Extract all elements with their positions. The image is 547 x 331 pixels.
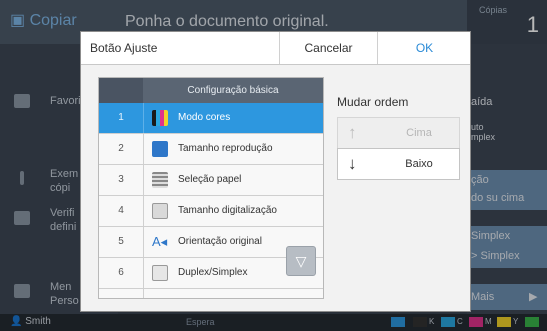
scroll-down-button[interactable]: ▽ bbox=[286, 246, 316, 276]
color-mode-icon bbox=[152, 110, 168, 126]
arrow-up-icon: ↑ bbox=[348, 123, 357, 142]
paper-tray-icon bbox=[152, 172, 168, 188]
change-order-title: Mudar ordem bbox=[337, 95, 409, 109]
list-header: Configuração básica bbox=[99, 78, 323, 103]
dialog-header: Botão Ajuste Cancelar OK bbox=[81, 32, 470, 65]
adjust-button-dialog: Botão Ajuste Cancelar OK Configuração bá… bbox=[80, 31, 471, 312]
move-up-button[interactable]: ↑ Cima bbox=[337, 117, 460, 149]
scan-size-icon bbox=[152, 203, 168, 219]
basic-settings-list: Configuração básica 1 Modo cores 2 Taman… bbox=[98, 77, 324, 299]
chevron-down-icon: ▽ bbox=[295, 253, 307, 269]
list-header-title: Configuração básica bbox=[187, 85, 279, 96]
ok-button[interactable]: OK bbox=[377, 32, 471, 64]
list-item-scan-size[interactable]: 4 Tamanho digitalização bbox=[99, 196, 323, 227]
list-item-color-mode[interactable]: 1 Modo cores bbox=[99, 103, 323, 134]
duplex-icon bbox=[152, 265, 168, 281]
reproduction-size-icon bbox=[152, 141, 168, 157]
list-item-partial bbox=[99, 289, 323, 298]
cancel-button[interactable]: Cancelar bbox=[279, 32, 377, 64]
dialog-title: Botão Ajuste bbox=[90, 41, 158, 55]
list-item-reproduction-size[interactable]: 2 Tamanho reprodução bbox=[99, 134, 323, 165]
move-down-button[interactable]: ↓ Baixo bbox=[337, 148, 460, 180]
orientation-icon: A◂ bbox=[152, 234, 168, 249]
list-item-paper-selection[interactable]: 3 Seleção papel bbox=[99, 165, 323, 196]
arrow-down-icon: ↓ bbox=[348, 154, 357, 173]
